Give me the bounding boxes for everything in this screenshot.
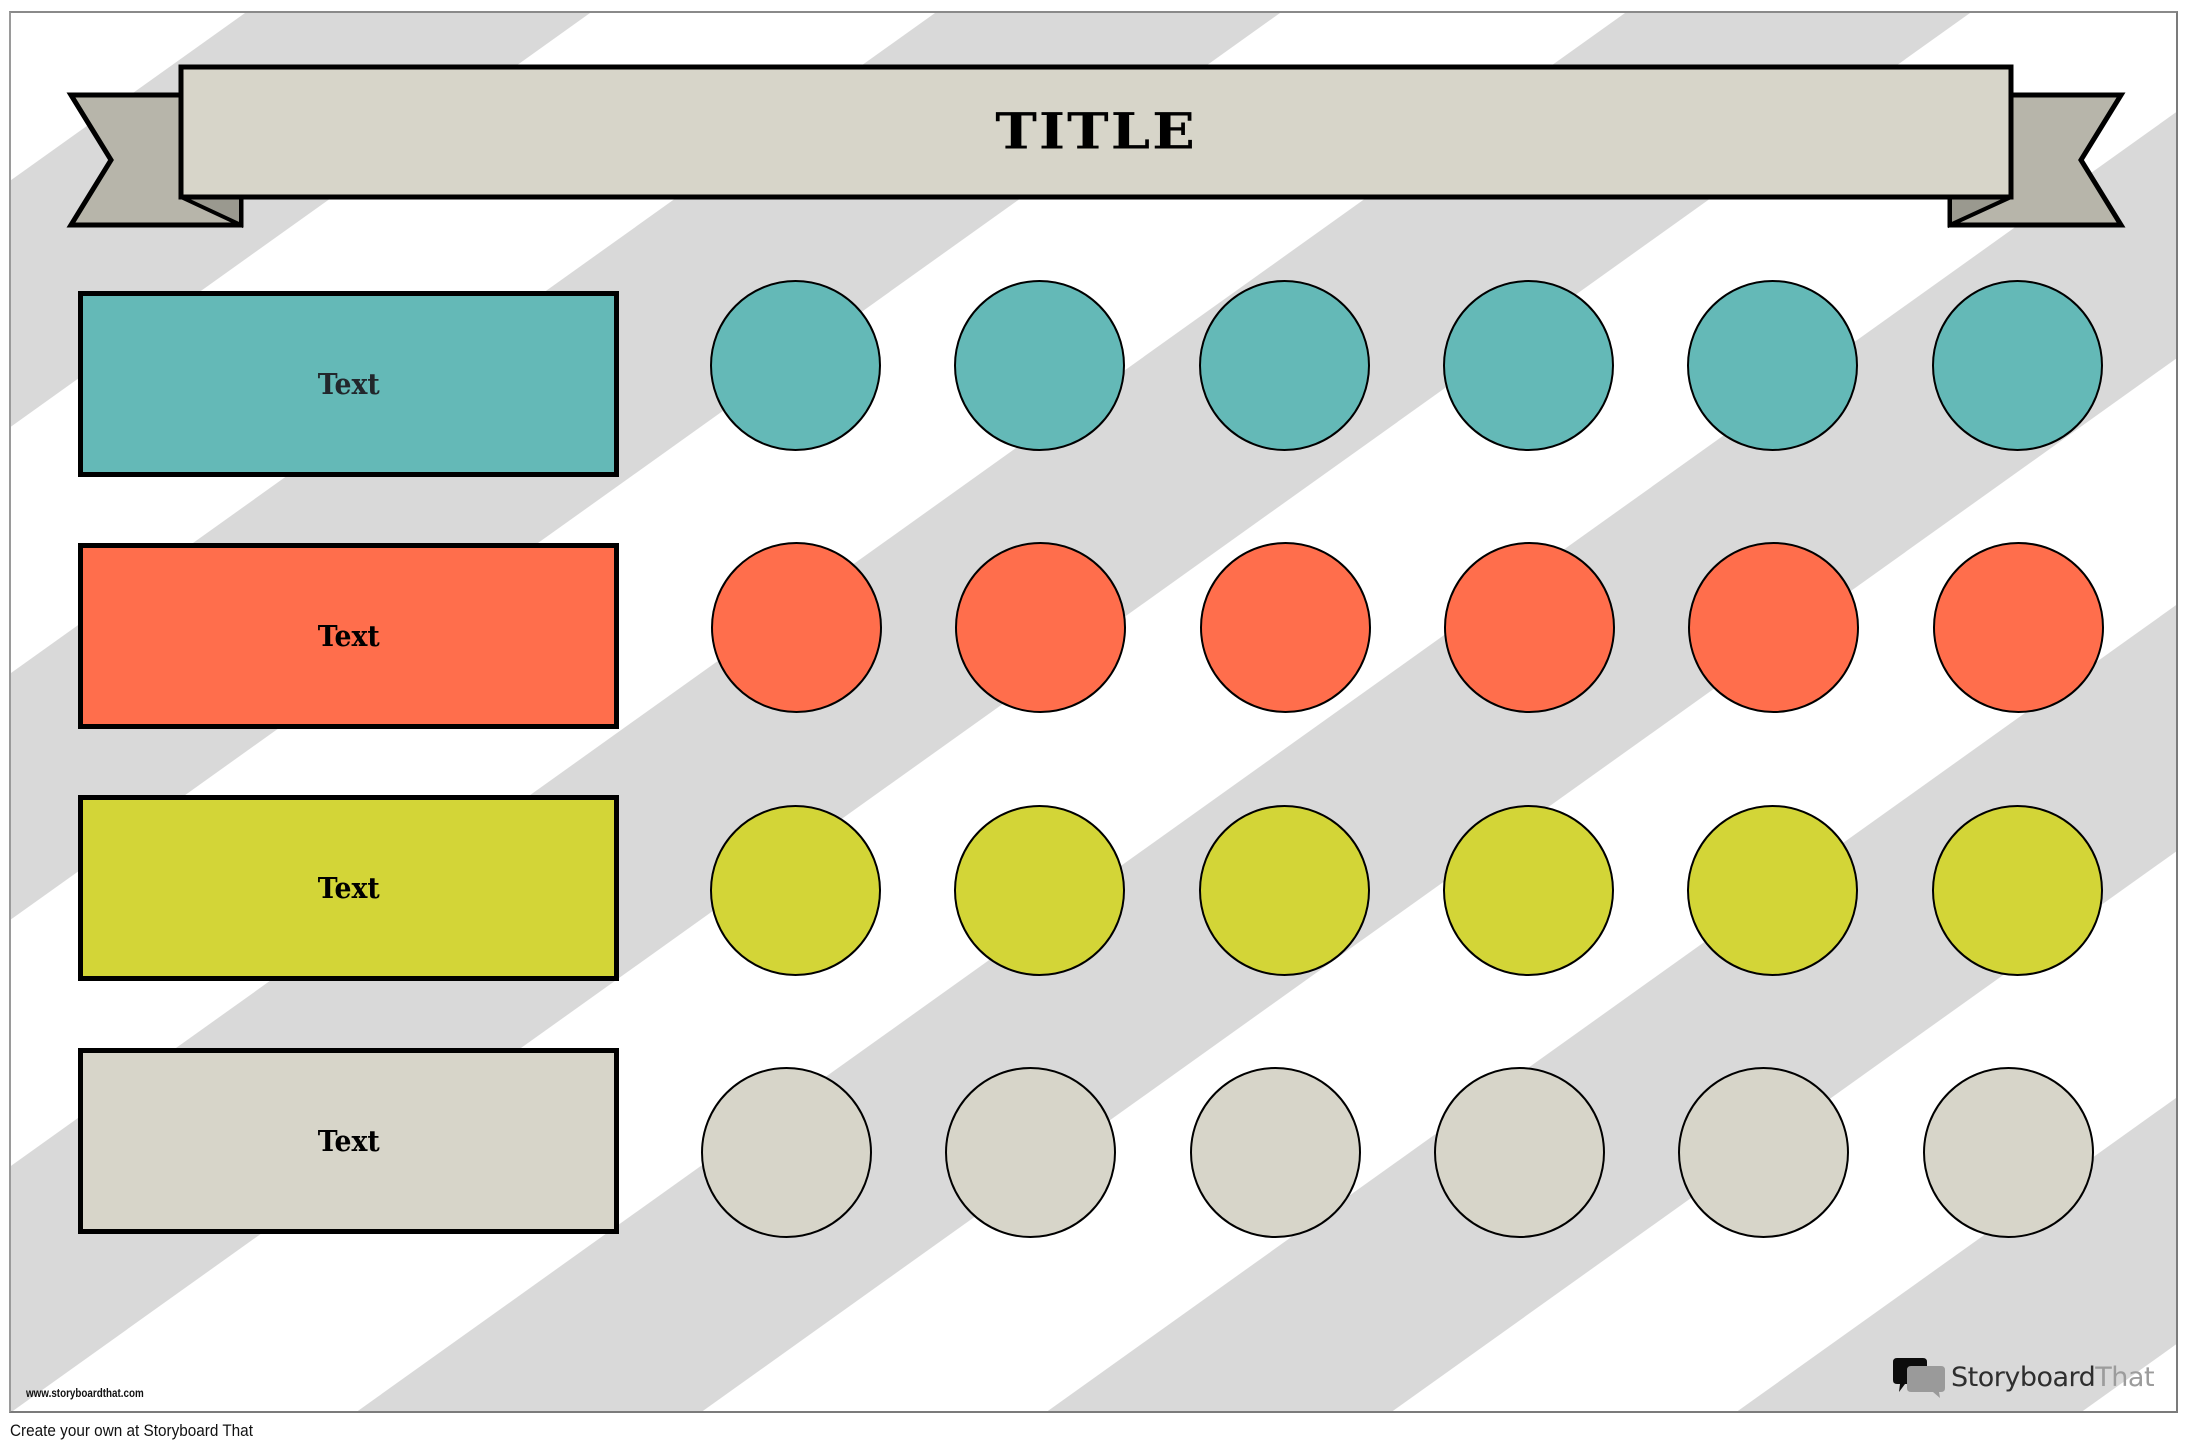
row-label-text: Text <box>317 619 380 653</box>
progress-circle[interactable] <box>1199 805 1370 976</box>
row-label-text: Text <box>317 871 380 905</box>
progress-circle[interactable] <box>1434 1067 1605 1238</box>
logo-text-storyboard: Storyboard <box>1951 1361 2096 1393</box>
progress-circle[interactable] <box>1933 542 2104 713</box>
progress-circle[interactable] <box>1932 805 2103 976</box>
row-label-box[interactable]: Text <box>78 543 619 729</box>
row-label-box[interactable]: Text <box>78 1048 619 1234</box>
footer-link[interactable]: Create your own at Storyboard That <box>10 1421 253 1441</box>
logo-wordmark: StoryboardThat <box>1951 1361 2155 1393</box>
progress-circle[interactable] <box>954 805 1125 976</box>
progress-circle[interactable] <box>1443 280 1614 451</box>
poster-title[interactable]: TITLE <box>181 97 2011 167</box>
watermark-url: www.storyboardthat.com <box>26 1386 144 1400</box>
progress-circle[interactable] <box>1687 280 1858 451</box>
progress-circle[interactable] <box>1687 805 1858 976</box>
row-label-text: Text <box>317 367 380 401</box>
progress-circle[interactable] <box>701 1067 872 1238</box>
progress-circle[interactable] <box>945 1067 1116 1238</box>
logo-text-that: That <box>2095 1361 2155 1393</box>
progress-circle[interactable] <box>1443 805 1614 976</box>
row-label-text: Text <box>317 1124 380 1158</box>
progress-circle[interactable] <box>710 280 881 451</box>
row-label-box[interactable]: Text <box>78 291 619 477</box>
progress-circle[interactable] <box>1190 1067 1361 1238</box>
progress-circle[interactable] <box>1923 1067 2094 1238</box>
row-label-box[interactable]: Text <box>78 795 619 981</box>
progress-circle[interactable] <box>1678 1067 1849 1238</box>
storyboardthat-logo[interactable]: StoryboardThat <box>1893 1356 2155 1398</box>
progress-circle[interactable] <box>1200 542 1371 713</box>
speech-bubbles-icon <box>1893 1356 1947 1398</box>
progress-circle[interactable] <box>711 542 882 713</box>
progress-circle[interactable] <box>1199 280 1370 451</box>
progress-circle[interactable] <box>955 542 1126 713</box>
progress-circle[interactable] <box>1444 542 1615 713</box>
progress-circle[interactable] <box>710 805 881 976</box>
progress-circle[interactable] <box>1688 542 1859 713</box>
progress-circle[interactable] <box>1932 280 2103 451</box>
progress-circle[interactable] <box>954 280 1125 451</box>
